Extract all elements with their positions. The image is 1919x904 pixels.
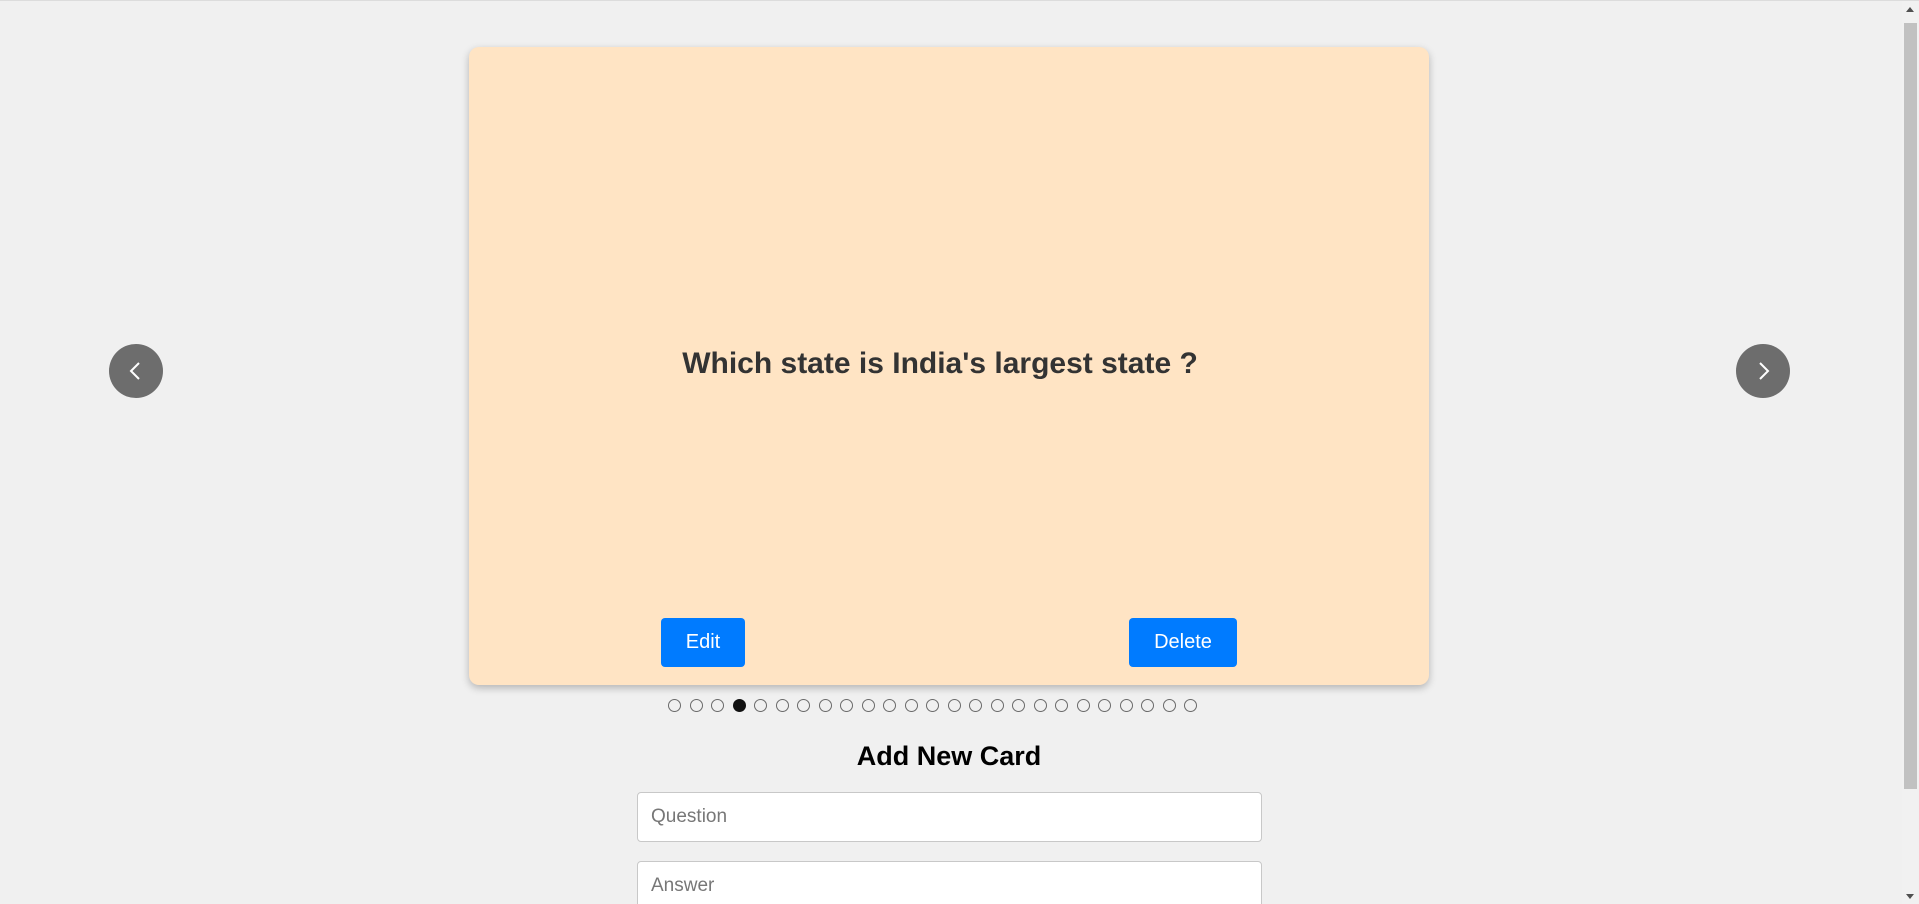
- pagination-dot[interactable]: [947, 699, 961, 712]
- card-pagination-dots: [668, 699, 1197, 714]
- pagination-dot[interactable]: [883, 699, 896, 712]
- vertical-scrollbar[interactable]: [1902, 1, 1919, 904]
- pagination-dot[interactable]: [1076, 699, 1090, 712]
- previous-card-button[interactable]: [109, 344, 163, 398]
- pagination-dot[interactable]: [990, 699, 1004, 712]
- pagination-dot[interactable]: [1098, 699, 1111, 712]
- answer-input[interactable]: [637, 861, 1262, 904]
- pagination-dot[interactable]: [711, 699, 724, 712]
- chevron-left-icon: [129, 362, 140, 380]
- pagination-dot[interactable]: [1033, 699, 1047, 712]
- pagination-dot[interactable]: [818, 699, 832, 712]
- flashcard[interactable]: Which state is India's largest state ? E…: [469, 47, 1429, 685]
- pagination-dot-active[interactable]: [732, 699, 746, 712]
- pagination-dot[interactable]: [840, 699, 853, 712]
- pagination-dot[interactable]: [926, 699, 939, 712]
- pagination-dot[interactable]: [1141, 699, 1154, 712]
- edit-button[interactable]: Edit: [661, 618, 745, 667]
- page: Which state is India's largest state ? E…: [0, 0, 1919, 904]
- pagination-dot[interactable]: [1012, 699, 1025, 712]
- pagination-dot[interactable]: [1162, 699, 1176, 712]
- pagination-dot[interactable]: [904, 699, 918, 712]
- pagination-dot[interactable]: [1119, 699, 1133, 712]
- next-card-button[interactable]: [1736, 344, 1790, 398]
- scroll-up-arrow-icon[interactable]: [1906, 7, 1914, 12]
- card-question-text: Which state is India's largest state ?: [682, 347, 1198, 380]
- pagination-dot[interactable]: [797, 699, 810, 712]
- pagination-dot[interactable]: [969, 699, 982, 712]
- scrollbar-thumb[interactable]: [1904, 23, 1917, 789]
- delete-button[interactable]: Delete: [1129, 618, 1237, 667]
- scroll-down-arrow-icon[interactable]: [1906, 894, 1914, 899]
- pagination-dot[interactable]: [689, 699, 703, 712]
- add-card-heading: Add New Card: [856, 741, 1042, 771]
- chevron-right-icon: [1759, 362, 1770, 380]
- pagination-dot[interactable]: [1055, 699, 1068, 712]
- pagination-dot[interactable]: [775, 699, 789, 712]
- pagination-dot[interactable]: [1184, 699, 1197, 712]
- pagination-dot[interactable]: [668, 699, 681, 712]
- pagination-dot[interactable]: [861, 699, 875, 712]
- question-input[interactable]: [637, 792, 1262, 842]
- pagination-dot[interactable]: [754, 699, 767, 712]
